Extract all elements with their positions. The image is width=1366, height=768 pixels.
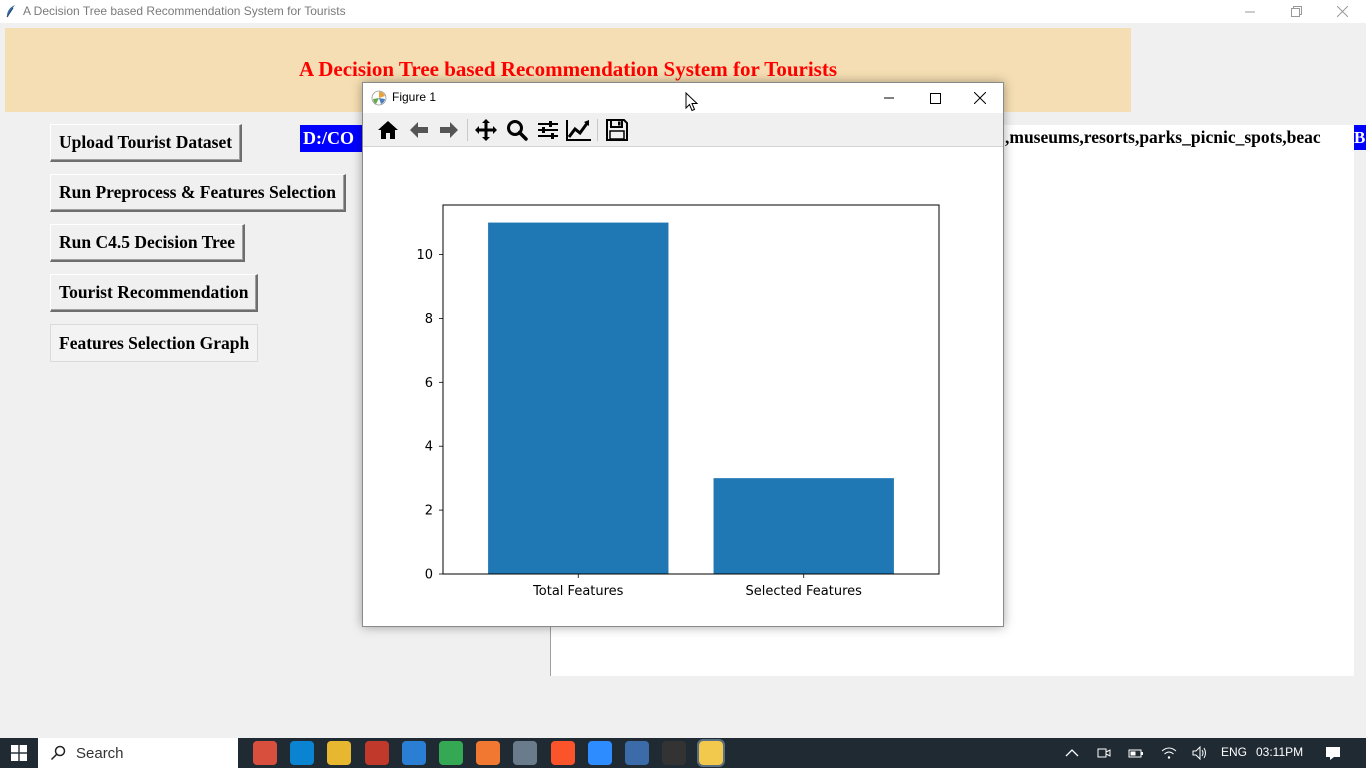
python-icon[interactable] [697, 739, 726, 767]
wifi-icon[interactable] [1161, 746, 1177, 760]
explorer-icon[interactable] [327, 741, 352, 765]
feather-icon [6, 5, 15, 18]
page-title: A Decision Tree based Recommendation Sys… [298, 57, 838, 81]
run-c45-button[interactable]: Run C4.5 Decision Tree [50, 224, 245, 262]
language-indicator[interactable]: ENG [1221, 745, 1247, 759]
search-app-icon[interactable] [476, 741, 501, 765]
edit-axis-icon [566, 120, 591, 141]
search-placeholder: Search [76, 744, 124, 762]
zoom-icon [507, 120, 528, 141]
office-icon[interactable] [364, 741, 389, 765]
close-icon [1336, 6, 1348, 17]
minimize-icon [1245, 11, 1255, 12]
python-idle-icon[interactable] [625, 741, 649, 765]
preprocess-button[interactable]: Run Preprocess & Features Selection [50, 174, 347, 212]
figure-close-button[interactable] [957, 83, 1003, 113]
window-title: A Decision Tree based Recommendation Sys… [23, 4, 346, 18]
configure-subplots-button[interactable] [535, 117, 561, 143]
toolbar-separator [597, 119, 598, 141]
figure-toolbar [363, 113, 1003, 147]
zoom-button[interactable] [504, 117, 530, 143]
zoom-app-icon[interactable] [587, 741, 612, 765]
recommendation-button[interactable]: Tourist Recommendation [50, 274, 259, 312]
clock[interactable]: 03:11PM [1256, 745, 1303, 759]
restore-button[interactable] [1273, 0, 1319, 23]
y-tick-label: 6 [425, 376, 433, 391]
minimize-button[interactable] [1227, 0, 1273, 23]
battery-icon[interactable] [1128, 746, 1144, 760]
save-figure-button[interactable] [604, 117, 630, 143]
bar [488, 222, 669, 575]
upload-dataset-button[interactable]: Upload Tourist Dataset [50, 124, 243, 162]
taskbar-search[interactable]: Search [38, 738, 238, 768]
figure-minimize-button[interactable] [866, 83, 912, 113]
back-button[interactable] [406, 117, 432, 143]
close-icon [974, 92, 986, 104]
paint-icon[interactable] [253, 741, 277, 765]
bar [713, 478, 894, 574]
save-icon [606, 119, 628, 141]
chevron-up-icon[interactable] [1065, 746, 1079, 760]
features-graph-button[interactable]: Features Selection Graph [50, 324, 259, 362]
window-titlebar: A Decision Tree based Recommendation Sys… [0, 0, 1366, 23]
brave-icon[interactable] [550, 741, 575, 765]
volume-icon[interactable] [1192, 746, 1208, 760]
photos-icon[interactable] [513, 741, 538, 765]
search-icon [50, 745, 66, 761]
y-tick-label: 0 [425, 568, 433, 583]
x-tick-label: Total Features [532, 584, 624, 599]
toolbar-separator [467, 119, 468, 141]
vscode-icon[interactable] [401, 741, 426, 765]
home-button[interactable] [375, 117, 401, 143]
output-text: ,museums,resorts,parks_picnic_spots,beac [1005, 127, 1321, 147]
y-tick-label: 8 [425, 312, 433, 327]
chrome-icon[interactable] [439, 741, 463, 765]
configure-icon [538, 121, 558, 139]
home-icon [378, 121, 398, 139]
pan-button[interactable] [473, 117, 499, 143]
figure-maximize-button[interactable] [912, 83, 958, 113]
back-icon [410, 122, 428, 138]
y-tick-label: 2 [425, 504, 433, 519]
y-tick-label: 4 [425, 440, 433, 455]
start-button[interactable] [0, 738, 38, 768]
figure-titlebar[interactable]: Figure 1 [363, 83, 1003, 113]
terminal-icon[interactable] [662, 741, 687, 765]
notifications-icon[interactable] [1325, 746, 1341, 761]
figure-title: Figure 1 [392, 90, 437, 104]
windows-icon [11, 745, 27, 761]
taskbar: Search ENG 03:11PM [0, 738, 1366, 768]
output-selection: B [1354, 125, 1366, 150]
close-button[interactable] [1319, 0, 1365, 23]
pan-icon [475, 119, 497, 141]
forward-button[interactable] [436, 117, 462, 143]
bar-chart: Total Features Selected Features 0 2 4 6 8 10 [416, 204, 940, 599]
edge-icon[interactable] [290, 741, 315, 765]
maximize-icon [929, 92, 941, 104]
minimize-icon [884, 97, 894, 99]
mouse-cursor-icon [685, 92, 699, 112]
matplotlib-icon [371, 90, 387, 106]
x-tick-label: Selected Features [746, 584, 863, 599]
y-tick-label: 10 [416, 248, 433, 263]
dataset-path-label: D:/CO [300, 125, 370, 152]
edit-axis-button[interactable] [566, 117, 592, 143]
restore-icon [1290, 6, 1302, 17]
figure-window: Figure 1 Total Features Selected Feature… [362, 82, 1004, 627]
meet-now-icon[interactable] [1097, 746, 1111, 760]
forward-icon [440, 122, 458, 138]
